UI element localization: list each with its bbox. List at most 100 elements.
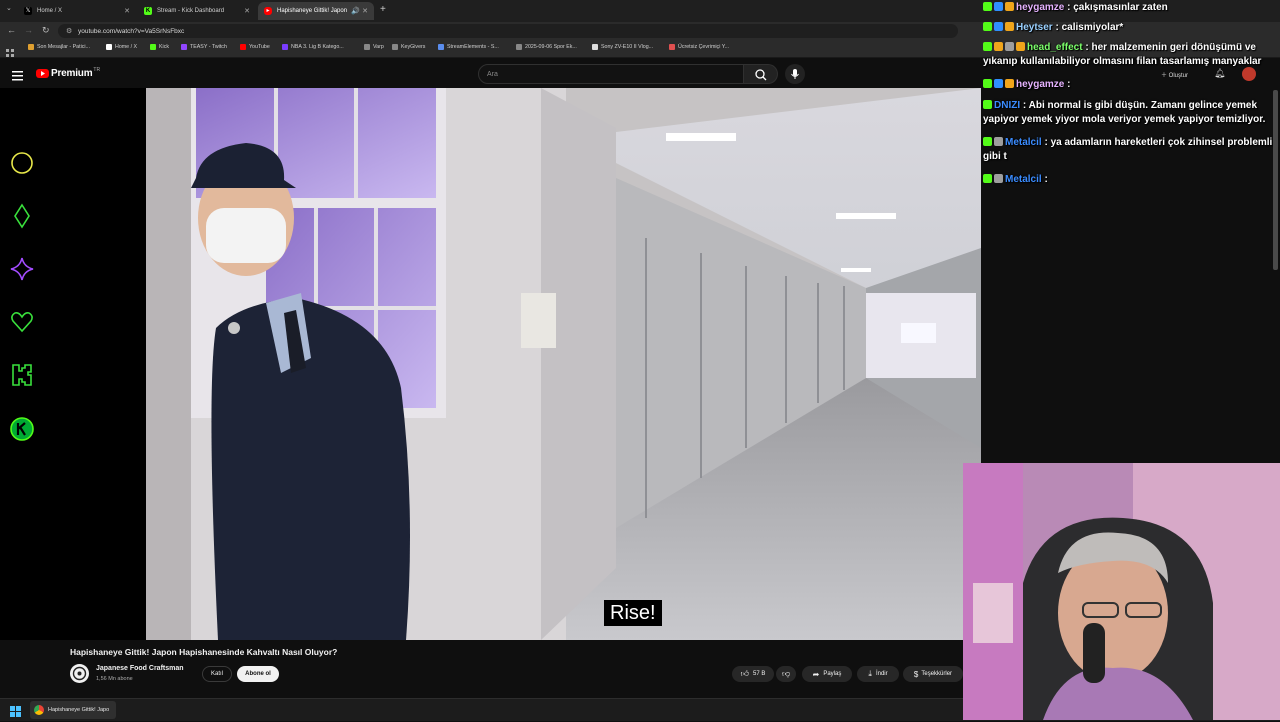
kick-badge-icon	[983, 2, 992, 11]
taskbar-window-title: Hapishaneye Gittik! Japo	[48, 707, 110, 713]
taskbar-browser-window[interactable]: Hapishaneye Gittik! Japo	[30, 701, 116, 719]
apps-grid-icon[interactable]	[6, 44, 14, 57]
emote-badge-icon	[994, 174, 1003, 183]
windows-start-icon[interactable]	[10, 704, 21, 717]
join-button[interactable]: Katıl	[202, 666, 232, 682]
chat-separator: :	[1041, 137, 1051, 148]
kick-badge-icon	[983, 137, 992, 146]
back-icon[interactable]: ←	[7, 25, 16, 35]
subtitle-caption: Rise!	[604, 600, 662, 626]
bookmark-item[interactable]: Kick	[150, 44, 169, 50]
speaker-icon[interactable]: 🔊	[351, 7, 360, 15]
video-player[interactable]: Rise!	[146, 88, 981, 640]
webcam-overlay	[963, 463, 1280, 720]
account-avatar[interactable]	[1242, 67, 1256, 81]
forward-icon[interactable]: →	[24, 25, 33, 35]
youtube-play-icon	[36, 69, 49, 78]
tab-kick-dashboard[interactable]: K Stream - Kick Dashboard ✕	[138, 2, 256, 20]
chat-message: Heytser : calismiyolar*	[983, 21, 1280, 35]
bookmark-item[interactable]: Ücretsiz Çevrimiçi Y...	[669, 44, 729, 50]
bookmark-favicon-icon	[592, 44, 598, 50]
tab-label: Stream - Kick Dashboard	[157, 8, 225, 14]
bookmark-favicon-icon	[240, 44, 246, 50]
bookmark-label: Son Mesajlar - Patici...	[37, 44, 90, 50]
url-text: youtube.com/watch?v=Va5SrNsFbxc	[78, 27, 185, 35]
chat-text: çakışmasınlar zaten	[1073, 2, 1168, 13]
tab-search-icon[interactable]: ⌄	[6, 4, 12, 12]
search-icon	[755, 69, 767, 81]
bookmark-label: TEASY - Twitch	[190, 44, 227, 50]
bookmark-favicon-icon	[282, 44, 288, 50]
kick-logo-icon: K	[144, 7, 152, 15]
plus-icon: ＋	[1161, 73, 1169, 79]
share-button[interactable]: ➦ Paylaş	[802, 666, 852, 682]
kick-badge-icon	[983, 174, 992, 183]
youtube-logo[interactable]: Premium TR	[36, 66, 101, 79]
create-button[interactable]: ＋ Oluştur	[1161, 70, 1188, 79]
close-icon[interactable]: ✕	[362, 7, 368, 15]
bookmark-favicon-icon	[392, 44, 398, 50]
video-left-pillarbox	[0, 88, 146, 640]
chat-message: head_effect : her malzemenin geri dönüşü…	[983, 41, 1280, 69]
chat-username[interactable]: Heytser	[1016, 22, 1053, 33]
bookmark-label: KeyGivers	[401, 44, 426, 50]
subscriber-badge-icon	[1005, 79, 1014, 88]
like-button[interactable]: 👍︎ 57 B	[732, 666, 774, 682]
chat-text: calismiyolar*	[1061, 22, 1124, 33]
close-icon[interactable]: ✕	[244, 7, 250, 15]
bookmark-favicon-icon	[669, 44, 675, 50]
bookmark-item[interactable]: Sony ZV-E10 II Vlog...	[592, 44, 653, 50]
bookmark-item[interactable]: YouTube	[240, 44, 270, 50]
chat-message: heygamze :	[983, 78, 1280, 92]
bookmark-item[interactable]: StreamElements - S...	[438, 44, 499, 50]
channel-name[interactable]: Japanese Food Craftsman	[96, 665, 184, 672]
chat-separator: :	[1052, 22, 1062, 33]
download-icon: ⤓	[868, 669, 872, 678]
chat-username[interactable]: head_effect	[1027, 42, 1083, 53]
emote-badge-icon	[1005, 42, 1014, 51]
bookmark-favicon-icon	[516, 44, 522, 50]
chat-username[interactable]: Metalcil	[1005, 174, 1042, 185]
reload-icon[interactable]: ↻	[42, 25, 50, 36]
thumbs-up-icon: 👍︎	[740, 669, 750, 678]
chat-username[interactable]: Metalcil	[1005, 137, 1042, 148]
bookmark-favicon-icon	[106, 44, 112, 50]
bookmark-item[interactable]: KeyGivers	[392, 44, 425, 50]
download-button[interactable]: ⤓ İndir	[857, 666, 899, 682]
bookmark-label: 2025-09-06 Spor Ek...	[525, 44, 577, 50]
page-scrollbar[interactable]	[1273, 90, 1278, 270]
search-button[interactable]	[744, 64, 778, 84]
bookmark-item[interactable]: Home / X	[106, 44, 137, 50]
search-input[interactable]: Ara	[478, 64, 744, 84]
country-code: TR	[93, 66, 101, 73]
chat-username[interactable]: DNIZI	[994, 100, 1020, 111]
kick-badge-icon	[983, 100, 992, 109]
site-info-icon[interactable]: ⚙	[66, 27, 72, 35]
notifications-bell-icon[interactable]: 🔔︎	[1214, 68, 1225, 79]
voice-search-button[interactable]	[785, 64, 805, 84]
youtube-logo-icon: ▸	[264, 7, 272, 15]
close-icon[interactable]: ✕	[124, 7, 130, 15]
chat-username[interactable]: heygamze	[1016, 79, 1064, 90]
menu-icon[interactable]	[12, 68, 24, 81]
tab-label: Hapishaneye Gittik! Japon	[277, 8, 348, 14]
url-field[interactable]: ⚙ youtube.com/watch?v=Va5SrNsFbxc	[58, 24, 958, 38]
channel-avatar[interactable]	[70, 664, 89, 683]
bookmark-item[interactable]: Son Mesajlar - Patici...	[28, 44, 90, 50]
thanks-button[interactable]: $ Teşekkürler	[903, 666, 963, 682]
chat-separator: :	[1041, 174, 1048, 185]
chat-username[interactable]: heygamze	[1016, 2, 1064, 13]
bookmark-item[interactable]: NBA 3. Lig B Katego...	[282, 44, 344, 50]
bookmark-item[interactable]: Varp	[364, 44, 384, 50]
video-title: Hapishaneye Gittik! Japon Hapishanesinde…	[70, 647, 338, 657]
dislike-button[interactable]: 👎︎	[776, 666, 796, 682]
tab-home-x[interactable]: 𝕏 Home / X ✕	[18, 2, 136, 20]
subscribe-button[interactable]: Abone ol	[237, 666, 279, 682]
bookmark-item[interactable]: 2025-09-06 Spor Ek...	[516, 44, 577, 50]
bookmark-favicon-icon	[28, 44, 34, 50]
bookmark-item[interactable]: TEASY - Twitch	[181, 44, 227, 50]
verified-badge-icon	[994, 79, 1003, 88]
tab-youtube-video[interactable]: ▸ Hapishaneye Gittik! Japon 🔊 ✕	[258, 2, 374, 20]
chat-message: heygamze : çakışmasınlar zaten	[983, 1, 1280, 15]
new-tab-button[interactable]: +	[380, 4, 386, 15]
